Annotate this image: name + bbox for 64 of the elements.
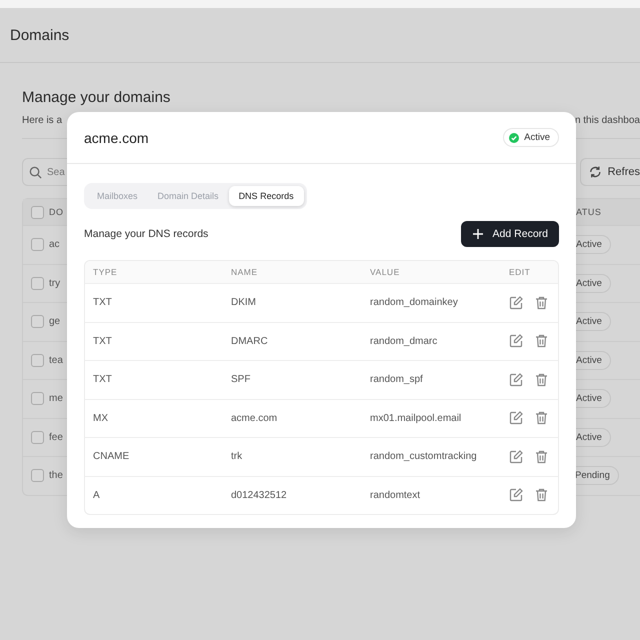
table-cell: ge <box>49 316 60 328</box>
trash-icon[interactable] <box>535 411 548 426</box>
table-cell-text: CNAME <box>93 451 130 462</box>
table-cell-text: random_customtracking <box>370 451 478 462</box>
trash-icon[interactable] <box>535 334 548 348</box>
description-text: Here is a <box>22 115 62 126</box>
table-cell-text: DMARC <box>231 336 269 347</box>
table-cell: me <box>49 393 63 404</box>
dialog-title: acme.com <box>84 130 149 146</box>
table-cell: the <box>49 470 63 482</box>
edit-icon[interactable] <box>509 372 523 387</box>
column-header: TYPE <box>93 267 118 277</box>
refresh-button[interactable]: Refres <box>580 158 640 186</box>
column-header: DO <box>49 207 64 217</box>
column-header: ATUS <box>575 207 602 217</box>
table-cell: try <box>49 278 60 289</box>
tab[interactable]: DNS Records <box>228 186 304 206</box>
checkbox[interactable] <box>31 238 44 252</box>
checkbox[interactable] <box>31 206 44 218</box>
page-title: Domains <box>10 26 70 44</box>
section-subheading: Manage your DNS records <box>84 228 208 240</box>
table-cell-text: SPF <box>231 374 252 386</box>
table-cell: fee <box>49 432 63 443</box>
table-cell-text: A <box>93 490 101 501</box>
description-text: n this dashboa <box>574 115 640 126</box>
trash-icon[interactable] <box>535 296 548 310</box>
edit-icon[interactable] <box>509 488 523 502</box>
table-cell-text: randomtext <box>370 490 422 501</box>
table-cell-text: random_domainkey <box>370 297 459 308</box>
checkbox[interactable] <box>31 430 44 444</box>
table-cell-text: random_spf <box>370 374 424 386</box>
column-header: EDIT <box>509 267 532 277</box>
status-badge: Active <box>503 128 559 147</box>
trash-icon[interactable] <box>535 372 548 387</box>
checkbox[interactable] <box>31 276 44 290</box>
checkbox[interactable] <box>31 354 44 367</box>
plus-icon <box>472 229 483 239</box>
table-cell: ac <box>49 239 60 250</box>
search-icon <box>29 166 42 179</box>
table-cell: tea <box>49 354 63 366</box>
column-header: NAME <box>231 267 259 277</box>
trash-icon[interactable] <box>535 488 548 502</box>
table-cell-text: TXT <box>93 297 113 308</box>
table-cell-text: MX <box>93 412 109 424</box>
refresh-icon <box>589 165 602 179</box>
table-cell-text: TXT <box>93 374 113 386</box>
checkbox[interactable] <box>31 315 44 328</box>
add-record-button[interactable]: Add Record <box>460 221 559 247</box>
edit-icon[interactable] <box>509 296 523 310</box>
trash-icon[interactable] <box>535 450 548 464</box>
edit-icon[interactable] <box>509 450 523 464</box>
table-cell-text: acme.com <box>231 412 278 424</box>
checkbox[interactable] <box>31 469 44 482</box>
checkbox[interactable] <box>31 392 44 406</box>
table-cell-text: d012432512 <box>231 490 288 501</box>
column-header: VALUE <box>370 267 401 277</box>
table-cell-text: random_dmarc <box>370 336 438 347</box>
table-cell-text: mx01.mailpool.email <box>370 412 462 424</box>
section-heading: Manage your domains <box>22 89 172 106</box>
edit-icon[interactable] <box>509 411 523 426</box>
table-cell-text: DKIM <box>231 297 257 308</box>
table-cell-text: TXT <box>93 336 113 347</box>
edit-icon[interactable] <box>509 334 523 348</box>
table-cell-text: trk <box>231 451 244 462</box>
